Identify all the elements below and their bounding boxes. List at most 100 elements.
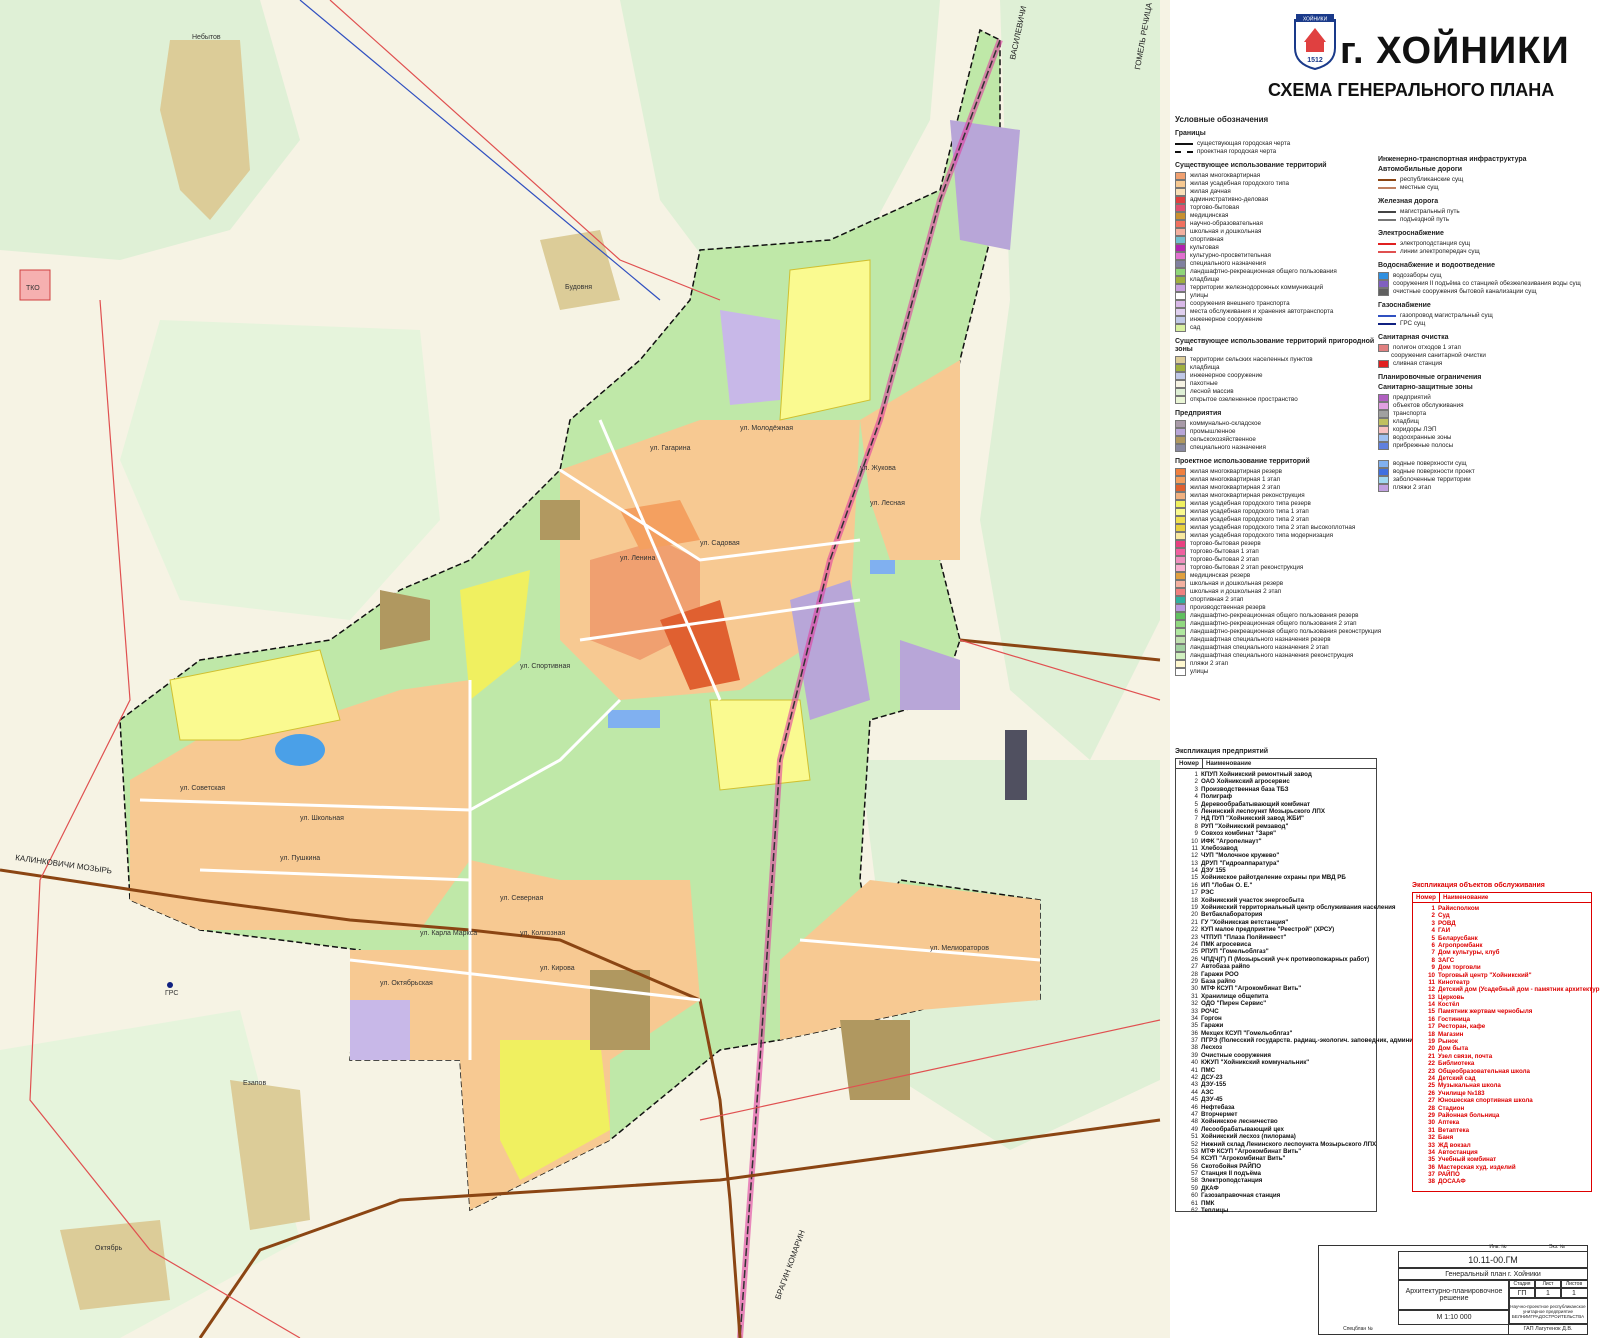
row-number: 18 — [1428, 1030, 1435, 1038]
legend-item: торгово-бытовая 1 этап — [1175, 548, 1375, 556]
legend-line-swatch — [1378, 323, 1396, 325]
village-label-nebytov: Небытов — [192, 33, 221, 41]
table-row: 49 Лесообрабатывающий цех — [1176, 1126, 1376, 1133]
legend-item: линии электропередач сущ — [1378, 248, 1593, 256]
legend-item: производственная резерв — [1175, 604, 1375, 612]
legend-item-label: прибрежные полосы — [1393, 442, 1454, 449]
table-row: 60 Газозаправочная станция — [1176, 1192, 1376, 1199]
legend-item: ландшафтно-рекреационная общего пользова… — [1175, 612, 1375, 620]
row-number: 32 — [1191, 1000, 1198, 1008]
row-name: РЭС — [1201, 889, 1214, 897]
legend-item-label: административно-деловая — [1190, 196, 1269, 203]
legend-item: ландшафтно-рекреационная общего пользова… — [1175, 620, 1375, 628]
row-number: 48 — [1191, 1118, 1198, 1126]
table-row: 56 Скотобойня РАЙПО — [1176, 1163, 1376, 1170]
row-name: ЧТПУП "Плаза Полйинвест" — [1201, 933, 1287, 941]
row-number: 8 — [1431, 956, 1435, 964]
legend-color-swatch — [1378, 434, 1389, 442]
legend-item: сад — [1175, 324, 1375, 332]
services-rows: 1 Райисполком 2 Суд 3 РОВД 4 ГАИ 5 Беларусбанк 6 Аг… — [1413, 903, 1600, 1186]
legend-item-label: ГРС сущ — [1400, 320, 1426, 327]
legend-color-swatch — [1175, 252, 1186, 260]
row-number: 22 — [1428, 1060, 1435, 1068]
legend-sanitary: полигон отходов 1 этап сооружения санитар… — [1378, 344, 1593, 368]
row-name: РОВД — [1438, 919, 1456, 927]
row-name: ЗАГС — [1438, 956, 1455, 964]
legend-item-label: сооружения II подъёма со станцией обезже… — [1393, 280, 1581, 287]
row-number: 37 — [1428, 1171, 1435, 1179]
row-name: КПУП Хойникский ремонтный завод — [1201, 771, 1312, 778]
table-row: 9 Совхоз комбинат "Заря" — [1176, 830, 1376, 837]
legend-sanitary-title: Санитарная очистка — [1378, 334, 1449, 341]
row-number: 15 — [1428, 1008, 1435, 1016]
row-number: 11 — [1191, 844, 1198, 852]
legend-color-swatch — [1378, 426, 1389, 434]
legend-item-label: пляжи 2 этап — [1393, 484, 1432, 491]
legend-item: специального назначения — [1175, 444, 1375, 452]
legend-item-label: территории железнодорожных коммуникаций — [1190, 284, 1324, 291]
row-number: 31 — [1191, 992, 1198, 1000]
legend-item-label: открытое озелененное пространство — [1190, 396, 1298, 403]
legend-surfaces: водные поверхности сущ водные поверхности… — [1378, 460, 1593, 492]
row-number: 24 — [1428, 1074, 1435, 1082]
table-row: 48 Хойникское лесничество — [1176, 1118, 1376, 1125]
legend-item: магистральный путь — [1378, 208, 1593, 216]
table-row: 25 РПУП "Гомельоблгаз" — [1176, 948, 1376, 955]
legend-item: сооружения II подъёма со станцией обезже… — [1378, 280, 1593, 288]
row-name: Дом культуры, клуб — [1438, 949, 1500, 957]
row-number: 3 — [1194, 785, 1198, 793]
row-name: ДСУ-23 — [1201, 1074, 1223, 1082]
legend-item: улицы — [1175, 668, 1375, 676]
legend-item: школьная и дошкольная — [1175, 228, 1375, 236]
legend-existing-title: Существующее использование территорий — [1175, 162, 1327, 169]
legend-line-swatch — [1378, 211, 1396, 213]
row-number: 35 — [1428, 1156, 1435, 1164]
legend-item: медицинская резерв — [1175, 572, 1375, 580]
legend-item-label: лесной массив — [1190, 388, 1234, 395]
legend-project: жилая многоквартирная резерв жилая многок… — [1175, 468, 1381, 676]
legend-suburban: территории сельских населенных пунктов кл… — [1175, 356, 1375, 404]
row-number: 5 — [1431, 934, 1435, 942]
row-name: ЧПДЧ(Г) П (Мозырьский уч-к противопожарн… — [1201, 955, 1370, 963]
col-number: Номер — [1176, 759, 1203, 768]
row-name: Памятник жертвам чернобыля — [1438, 1008, 1533, 1016]
legend-color-swatch — [1175, 580, 1186, 588]
village-label-ezapov: Езапов — [243, 1080, 266, 1087]
row-number: 16 — [1191, 881, 1198, 889]
row-name: Хлебозавод — [1201, 844, 1238, 852]
legend-color-swatch — [1175, 476, 1186, 484]
legend-item: кладбищ — [1378, 418, 1593, 426]
table-row: 10 Торговый центр "Хойникский" — [1413, 972, 1591, 979]
row-name: ПМС — [1201, 1066, 1216, 1074]
row-number: 19 — [1191, 904, 1198, 912]
row-number: 17 — [1191, 889, 1198, 897]
street-label: ул. Ленина — [620, 555, 655, 562]
legend-item: торгово-бытовая 2 этап — [1175, 556, 1375, 564]
row-number: 19 — [1428, 1038, 1435, 1046]
legend-item-label: объектов обслуживания — [1393, 402, 1464, 409]
row-name: МТФ КСУП "Агрокомбинат Вить" — [1201, 985, 1302, 993]
legend-item: ландшафтная специального назначения реко… — [1175, 652, 1375, 660]
row-name: КУП малое предприятие "Реестрой" (ХРСУ) — [1201, 926, 1335, 934]
stamp-copy: Экз. № — [1548, 1244, 1566, 1250]
industrial-13 — [720, 310, 780, 405]
legend-planning: предприятий объектов обслуживания транспор… — [1378, 394, 1593, 450]
legend-item-label: промышленное — [1190, 428, 1236, 435]
row-name: Дом торговли — [1438, 964, 1481, 972]
legend-item-label: жилая усадебная городского типа 1 этап — [1190, 508, 1309, 515]
city-map[interactable]: Небытов Будовня Езапов Октябрь ВАСИЛЕВИЧ… — [0, 0, 1170, 1339]
legend-item-label: очистные сооружения бытовой канализации … — [1393, 288, 1537, 295]
legend-item-label: местные сущ — [1400, 184, 1439, 191]
village-label-oktyabr: Октябрь — [95, 1244, 122, 1252]
legend-color-swatch — [1175, 628, 1186, 636]
legend-line-swatch — [1378, 251, 1396, 253]
legend-item-label: газопровод магистральный сущ — [1400, 312, 1493, 319]
table-row: 14 ДЭУ 155 — [1176, 867, 1376, 874]
legend-item-label: жилая усадебная городского типа модерниз… — [1190, 532, 1334, 539]
legend-color-swatch — [1378, 394, 1389, 402]
table-row: 46 Нефтебаза — [1176, 1104, 1376, 1111]
legend-item-label: существующая городская черта — [1197, 140, 1291, 147]
legend-item: культовая — [1175, 244, 1375, 252]
row-name: Станция II подъёма — [1201, 1170, 1261, 1178]
row-number: 44 — [1191, 1088, 1198, 1096]
